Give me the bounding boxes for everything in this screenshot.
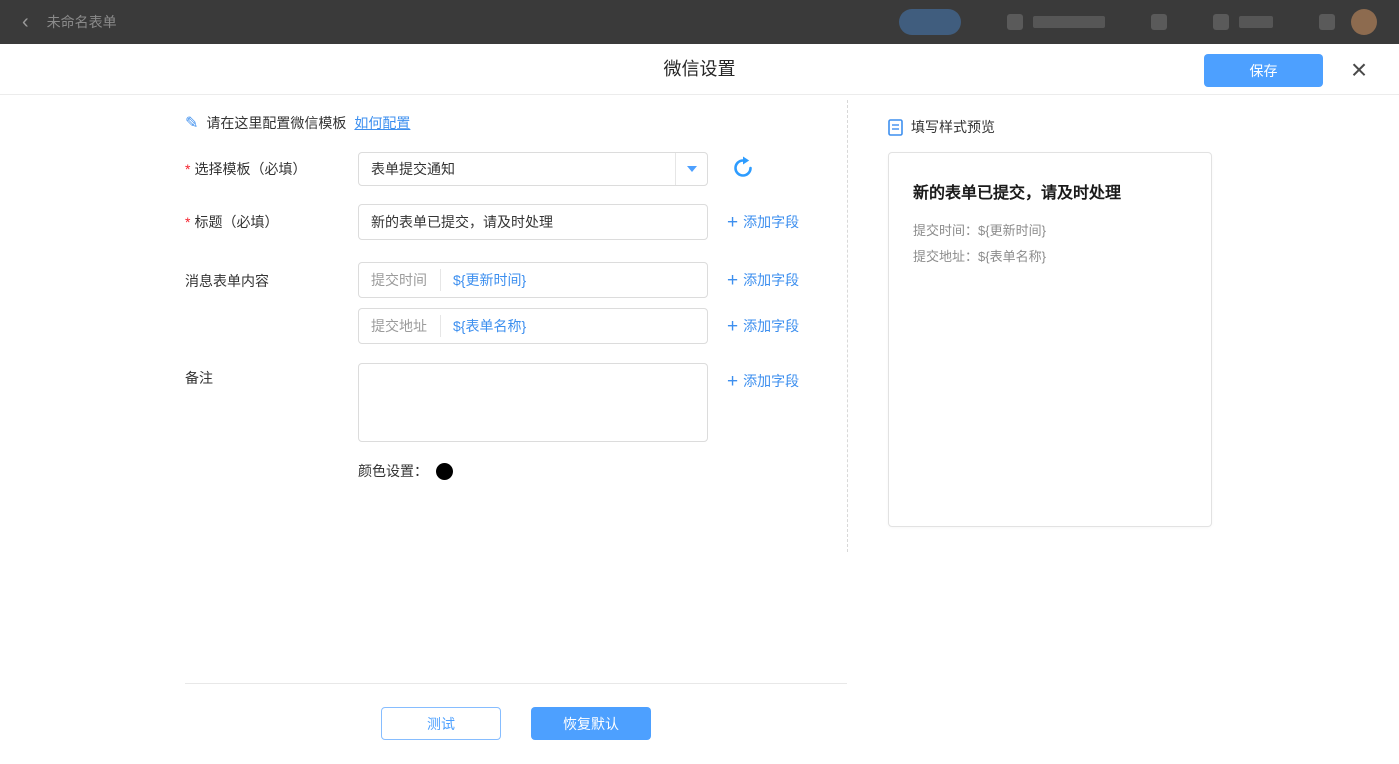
preview-title: 新的表单已提交，请及时处理 bbox=[913, 179, 1187, 203]
content-value-input-2[interactable] bbox=[441, 318, 707, 334]
document-icon bbox=[888, 119, 903, 136]
topbar-help-label[interactable] bbox=[1239, 16, 1273, 28]
title-row: *标题（必填） + 添加字段 bbox=[185, 204, 847, 240]
template-select-value: 表单提交通知 bbox=[359, 159, 675, 179]
footer-buttons: 测试 恢复默认 bbox=[185, 707, 847, 740]
dialog-header: 微信设置 保存 × bbox=[0, 44, 1399, 95]
preview-card: 新的表单已提交，请及时处理 提交时间：${更新时间} 提交地址：${表单名称} bbox=[888, 152, 1212, 527]
add-field-link[interactable]: + 添加字段 bbox=[727, 316, 799, 336]
wechat-config-panel: ✎ 请在这里配置微信模板 如何配置 *选择模板（必填） 表单提交通知 *标题（必… bbox=[185, 112, 847, 481]
preview-line: 提交时间：${更新时间} bbox=[913, 218, 1187, 244]
topbar-notification-icon[interactable] bbox=[1319, 14, 1335, 30]
restore-default-button[interactable]: 恢复默认 bbox=[531, 707, 651, 740]
add-field-link[interactable]: + 添加字段 bbox=[727, 371, 799, 391]
color-setting-label: 颜色设置： bbox=[358, 461, 428, 481]
avatar[interactable] bbox=[1351, 9, 1377, 35]
save-button[interactable]: 保存 bbox=[1204, 54, 1323, 87]
template-label: *选择模板（必填） bbox=[185, 159, 358, 179]
title-label: *标题（必填） bbox=[185, 212, 358, 232]
vertical-dashed-divider bbox=[847, 100, 848, 552]
content-field-1: 提交时间 bbox=[358, 262, 708, 298]
config-hint-text: 请在这里配置微信模板 bbox=[206, 113, 346, 133]
color-swatch[interactable] bbox=[436, 463, 453, 480]
close-icon[interactable]: × bbox=[1341, 48, 1377, 92]
chevron-down-icon[interactable] bbox=[675, 153, 707, 185]
topbar-tool-icon[interactable] bbox=[1151, 14, 1167, 30]
pencil-icon: ✎ bbox=[185, 113, 198, 133]
preview-header: 填写样式预览 bbox=[888, 117, 1212, 137]
topbar-action-label[interactable] bbox=[1033, 16, 1105, 28]
content-row-2: 提交地址 + 添加字段 bbox=[185, 308, 847, 344]
content-value-input-1[interactable] bbox=[441, 272, 707, 288]
remark-label: 备注 bbox=[185, 363, 358, 388]
form-title: 未命名表单 bbox=[47, 12, 117, 32]
topbar-primary-pill-button[interactable] bbox=[899, 9, 961, 35]
color-setting-row: 颜色设置： bbox=[358, 461, 847, 481]
topbar-action-icon[interactable] bbox=[1007, 14, 1023, 30]
plus-icon: + bbox=[727, 213, 738, 232]
plus-icon: + bbox=[727, 372, 738, 391]
preview-panel: 填写样式预览 新的表单已提交，请及时处理 提交时间：${更新时间} 提交地址：$… bbox=[888, 117, 1212, 527]
refresh-button[interactable] bbox=[730, 156, 756, 182]
content-label: 消息表单内容 bbox=[185, 262, 358, 291]
content-key-2: 提交地址 bbox=[359, 315, 441, 337]
required-asterisk: * bbox=[185, 161, 190, 177]
preview-line: 提交地址：${表单名称} bbox=[913, 244, 1187, 270]
topbar-help-icon[interactable] bbox=[1213, 14, 1229, 30]
plus-icon: + bbox=[727, 271, 738, 290]
template-select[interactable]: 表单提交通知 bbox=[358, 152, 708, 186]
content-field-2: 提交地址 bbox=[358, 308, 708, 344]
remark-row: 备注 + 添加字段 bbox=[185, 363, 847, 442]
add-field-link[interactable]: + 添加字段 bbox=[727, 212, 799, 232]
dialog-title: 微信设置 bbox=[0, 44, 1399, 95]
refresh-icon bbox=[731, 156, 755, 180]
app-topbar: ‹ 未命名表单 bbox=[0, 0, 1399, 44]
test-button[interactable]: 测试 bbox=[381, 707, 501, 740]
template-row: *选择模板（必填） 表单提交通知 bbox=[185, 152, 847, 186]
how-to-configure-link[interactable]: 如何配置 bbox=[354, 113, 410, 133]
config-hint-row: ✎ 请在这里配置微信模板 如何配置 bbox=[185, 112, 847, 134]
remark-textarea[interactable] bbox=[358, 363, 708, 442]
title-input[interactable] bbox=[358, 204, 708, 240]
preview-header-label: 填写样式预览 bbox=[911, 117, 995, 137]
add-field-link[interactable]: + 添加字段 bbox=[727, 270, 799, 290]
back-icon[interactable]: ‹ bbox=[22, 12, 29, 32]
required-asterisk: * bbox=[185, 214, 190, 230]
footer-divider bbox=[185, 683, 847, 684]
content-row-1: 消息表单内容 提交时间 + 添加字段 bbox=[185, 262, 847, 298]
plus-icon: + bbox=[727, 317, 738, 336]
content-key-1: 提交时间 bbox=[359, 269, 441, 291]
